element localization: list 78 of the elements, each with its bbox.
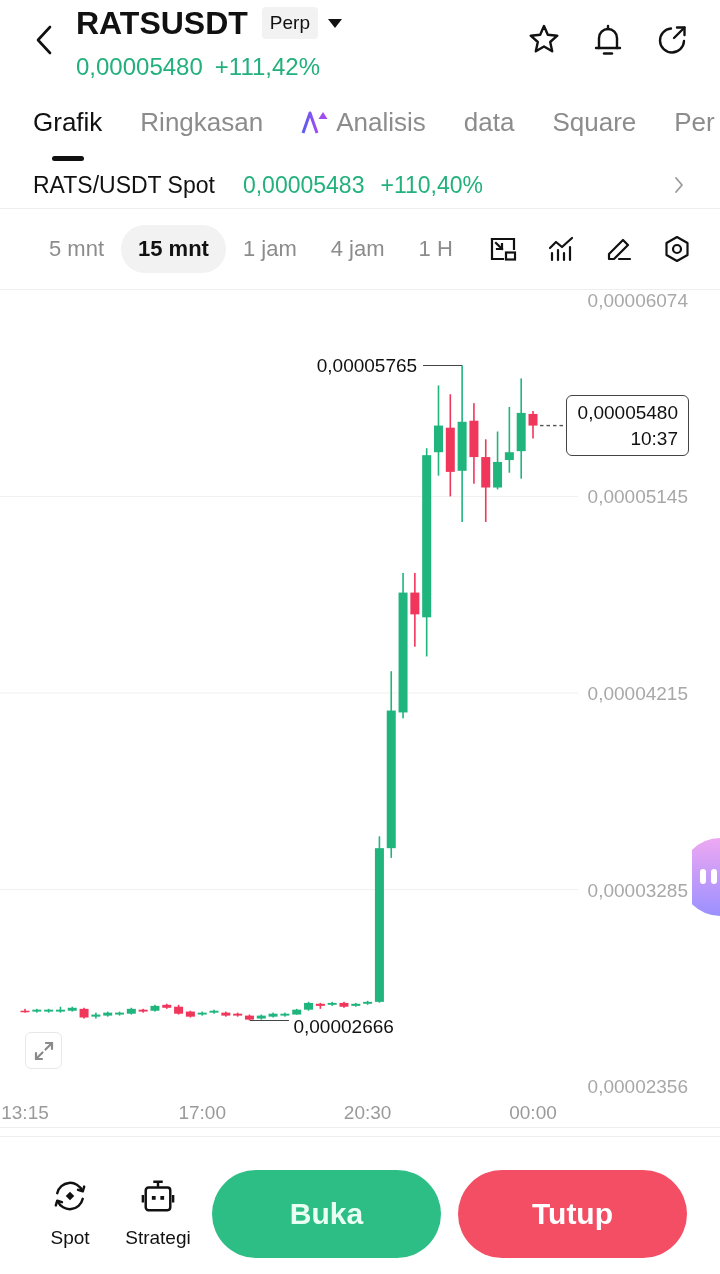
candle	[103, 1011, 113, 1017]
candle	[292, 1008, 302, 1015]
resize-icon[interactable]	[489, 235, 517, 263]
candle	[209, 1009, 219, 1014]
timeframe-tab[interactable]: 1 jam	[225, 225, 314, 273]
bell-icon[interactable]	[592, 24, 624, 56]
candle	[150, 1004, 160, 1012]
candle	[256, 1014, 266, 1020]
candle	[268, 1012, 278, 1018]
last-price-label: 0,00005480	[577, 400, 678, 425]
price-axis-label: 0,00005145	[587, 486, 688, 508]
price-axis-label: 0,00002356	[587, 1076, 688, 1097]
candle	[115, 1011, 124, 1016]
back-icon[interactable]	[35, 25, 53, 55]
settings-icon[interactable]	[663, 235, 691, 263]
spot-pair-label: RATS/USDT Spot	[33, 171, 215, 199]
leader-line	[423, 364, 463, 366]
time-axis-label: 00:00	[509, 1102, 557, 1123]
ai-icon	[301, 110, 330, 134]
candle	[32, 1008, 42, 1013]
low-price-label: 0,00002666	[293, 1016, 394, 1038]
face-blob-icon[interactable]	[692, 838, 720, 916]
candle	[126, 1007, 136, 1015]
circular-arrow-icon[interactable]	[656, 24, 688, 56]
tab[interactable]: Analisis	[301, 92, 426, 162]
price-change: +111,42%	[214, 54, 320, 80]
candle	[174, 1004, 184, 1015]
candle	[280, 1012, 290, 1017]
timeframe-tab[interactable]: 15 mnt	[121, 225, 226, 273]
price-axis-label: 0,00003285	[587, 879, 688, 901]
indicator-chart-icon[interactable]	[547, 235, 575, 263]
spot-price: 0,00005483	[242, 171, 365, 199]
price-axis-label: 0,00006074	[587, 290, 688, 311]
candle	[493, 431, 503, 490]
tab[interactable]: Per	[674, 92, 715, 162]
shortcut-button[interactable]: Strategi	[120, 1179, 196, 1249]
timeframe-tab[interactable]: 5 mnt	[32, 225, 122, 273]
candle	[197, 1011, 207, 1016]
contract-badge: Perp	[261, 7, 318, 39]
tab[interactable]: Ringkasan	[140, 92, 264, 162]
time-axis-label: 17:00	[178, 1102, 226, 1123]
chevron-right-icon[interactable]	[674, 176, 684, 194]
candle	[327, 1001, 337, 1006]
expand-icon	[32, 1039, 55, 1062]
pair-title: RATSUSDT	[76, 4, 248, 42]
candle	[20, 1008, 30, 1013]
leader-line	[250, 1019, 290, 1022]
time-axis-label: 20:30	[343, 1102, 392, 1123]
last-price: 0,00005480	[76, 54, 203, 80]
open-position-button[interactable]: Buka	[212, 1170, 441, 1258]
spot-change: +110,40%	[380, 171, 483, 199]
swap-circle-icon	[53, 1179, 87, 1213]
timeframe-tab[interactable]: 1 H	[401, 225, 470, 273]
caret-icon[interactable]	[328, 18, 342, 28]
candle	[91, 1012, 101, 1019]
price-guide-line	[540, 424, 563, 427]
close-position-button[interactable]: Tutup	[458, 1170, 687, 1258]
timeframe-tab[interactable]: 4 jam	[313, 225, 402, 273]
countdown-label: 10:37	[630, 426, 678, 451]
shortcut-button[interactable]: Spot	[39, 1179, 101, 1249]
candle	[221, 1011, 231, 1017]
candle	[528, 411, 538, 439]
price-axis-label: 0,00004215	[587, 683, 688, 704]
candle	[504, 406, 514, 473]
candle	[67, 1006, 77, 1012]
tab[interactable]: Grafik	[33, 92, 103, 162]
high-price-label: 0,00005765	[316, 355, 418, 377]
candle	[351, 1002, 361, 1007]
expand-button[interactable]	[25, 1032, 62, 1069]
candle	[79, 1007, 89, 1019]
tab[interactable]: data	[463, 92, 515, 162]
candle	[162, 1003, 172, 1009]
candle	[339, 1001, 349, 1008]
tab[interactable]: Square	[552, 92, 637, 162]
candle	[304, 1001, 314, 1011]
time-axis-label: 13:15	[1, 1102, 49, 1123]
robot-icon	[141, 1179, 175, 1213]
candle	[138, 1008, 148, 1013]
